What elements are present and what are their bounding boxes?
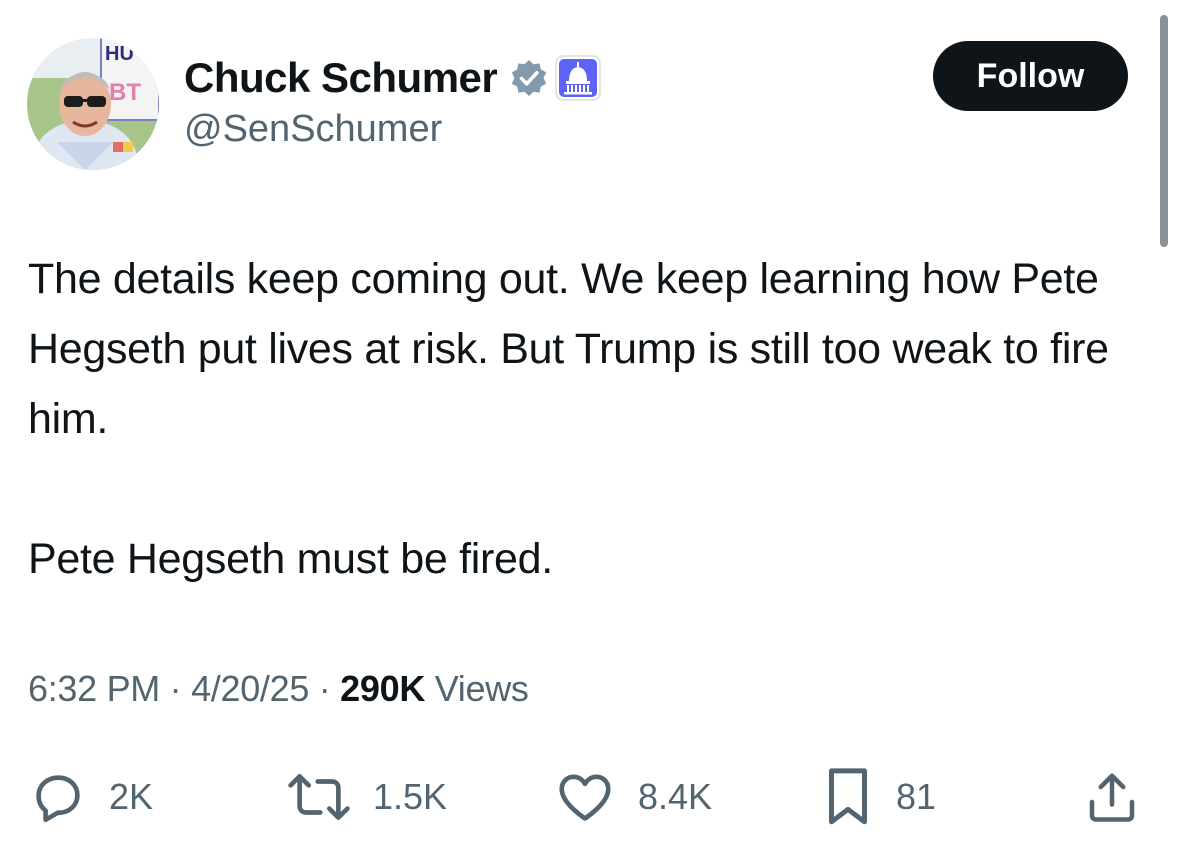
- like-button[interactable]: 8.4K: [552, 764, 712, 830]
- like-count: 8.4K: [638, 776, 713, 817]
- reply-icon: [27, 766, 89, 828]
- bookmark-button[interactable]: 81: [820, 764, 936, 830]
- reply-button[interactable]: 2K: [27, 764, 153, 830]
- bookmark-icon: [820, 764, 876, 830]
- reply-count: 2K: [109, 776, 154, 817]
- tweet-date[interactable]: 4/20/25: [191, 668, 309, 709]
- meta-separator: ·: [169, 668, 192, 709]
- tweet-time[interactable]: 6:32 PM: [28, 668, 160, 709]
- repost-icon: [285, 766, 353, 828]
- tweet-paragraph: The details keep coming out. We keep lea…: [28, 255, 1109, 443]
- scrollbar-thumb[interactable]: [1160, 15, 1168, 247]
- meta-separator: ·: [318, 668, 341, 709]
- views-label: Views: [434, 668, 529, 709]
- verified-badge-icon[interactable]: [509, 58, 549, 98]
- tweet-actions: 2K 1.5K 8.4K 81: [0, 764, 1179, 830]
- avatar-sign-text-top: HU: [105, 43, 134, 65]
- share-button[interactable]: [1082, 764, 1142, 830]
- avatar[interactable]: HU BT: [27, 38, 159, 170]
- tweet-text: The details keep coming out. We keep lea…: [28, 244, 1138, 594]
- tweet-paragraph: Pete Hegseth must be fired.: [28, 535, 553, 583]
- follow-button[interactable]: Follow: [933, 41, 1128, 111]
- avatar-sign-text-bottom: BT: [109, 79, 141, 106]
- repost-button[interactable]: 1.5K: [285, 764, 447, 830]
- author-handle[interactable]: @SenSchumer: [184, 108, 442, 151]
- tweet-meta: 6:32 PM · 4/20/25 · 290K Views: [28, 668, 529, 710]
- share-icon: [1082, 766, 1142, 828]
- heart-icon: [552, 766, 618, 828]
- author-name-row: Chuck Schumer: [184, 52, 602, 104]
- author-display-name[interactable]: Chuck Schumer: [184, 54, 498, 102]
- repost-count: 1.5K: [373, 776, 448, 817]
- bookmark-count: 81: [896, 776, 937, 817]
- capitol-building-icon[interactable]: [555, 55, 602, 101]
- views-count: 290K: [340, 668, 435, 709]
- avatar-photo: HU BT: [27, 38, 159, 170]
